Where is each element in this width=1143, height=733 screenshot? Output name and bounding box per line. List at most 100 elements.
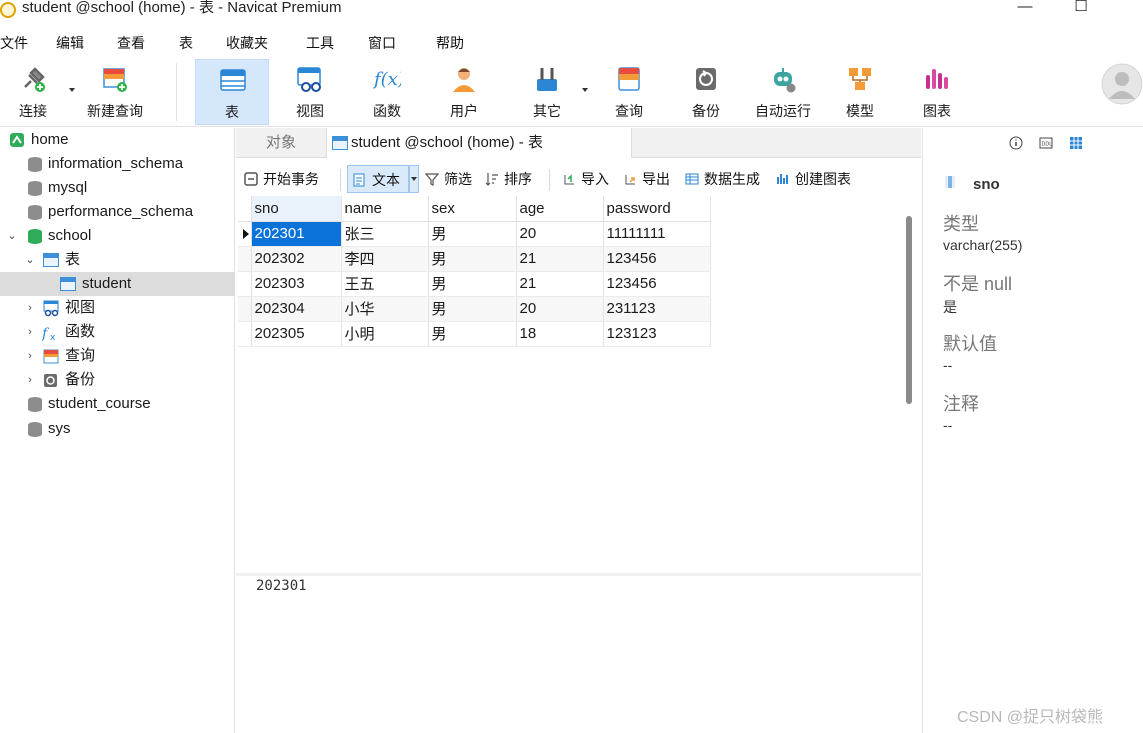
table-cell[interactable]: 男 [428,296,517,322]
column-header-name[interactable]: name [341,196,429,222]
table-cell[interactable]: 小华 [341,296,429,322]
table-row[interactable]: 202304 小华 男 20 231123 [238,296,711,322]
connect-button[interactable]: 连接 [0,59,70,125]
menu-help[interactable]: 帮助 [436,34,464,52]
table-cell[interactable]: 202304 [251,296,342,322]
tree-db-mysql[interactable]: mysql [0,176,234,200]
model-button[interactable]: 模型 [823,59,897,125]
text-view-toggle[interactable]: 文本 [347,165,409,193]
connect-dropdown-icon[interactable] [69,88,75,92]
menu-window[interactable]: 窗口 [368,34,396,52]
table-row[interactable]: 202301 张三 男 20 11111111 [238,221,711,247]
backup-folder-icon [44,374,57,387]
begin-transaction-button[interactable]: 开始事务 [244,165,336,193]
table-cell[interactable]: 男 [428,221,517,247]
menu-table[interactable]: 表 [179,34,193,52]
chevron-down-icon[interactable]: ⌄ [24,248,36,272]
table-cell[interactable]: 20 [516,296,604,322]
column-header-password[interactable]: password [603,196,711,222]
menu-favorites[interactable]: 收藏夹 [226,34,268,52]
tree-folder-backups[interactable]: › 备份 [0,368,234,392]
table-cell[interactable]: 王五 [341,271,429,297]
tree-connection-home[interactable]: home [0,128,234,152]
table-cell[interactable]: 李四 [341,246,429,272]
other-dropdown-icon[interactable] [582,88,588,92]
chevron-right-icon[interactable]: › [24,296,36,320]
data-generation-button[interactable]: 数据生成 [685,165,769,193]
table-cell[interactable]: 11111111 [603,221,711,247]
menu-view[interactable]: 查看 [117,34,145,52]
tree-folder-views[interactable]: › 视图 [0,296,234,320]
user-button[interactable]: 用户 [427,59,501,125]
table-row[interactable]: 202302 李四 男 21 123456 [238,246,711,272]
tab-objects[interactable]: 对象 [266,128,296,158]
table-cell[interactable]: 123123 [603,321,711,347]
table-cell[interactable]: 202303 [251,271,342,297]
tree-db-student-course[interactable]: student_course [0,392,234,416]
table-cell[interactable]: 202305 [251,321,342,347]
tree-db-sys[interactable]: sys [0,417,234,441]
folder-label: 备份 [65,371,96,388]
chevron-down-icon[interactable]: ⌄ [6,224,18,248]
table-cell[interactable]: 21 [516,246,604,272]
export-button[interactable]: 导出 [623,165,675,193]
other-button[interactable]: 其它 [510,59,584,125]
table-cell[interactable]: 231123 [603,296,711,322]
tree-folder-queries[interactable]: › 查询 [0,344,234,368]
minimize-button[interactable]: — [1010,0,1040,16]
menu-file[interactable]: 文件 [0,34,28,52]
table-row[interactable]: 202305 小明 男 18 123123 [238,321,711,347]
new-query-button[interactable]: 新建查询 [78,59,152,125]
table-cell[interactable]: 18 [516,321,604,347]
sort-button[interactable]: 排序 [485,165,537,193]
menu-tools[interactable]: 工具 [306,34,334,52]
grid-vertical-scrollbar[interactable] [906,216,912,404]
auto-run-button[interactable]: 自动运行 [746,59,820,125]
tree-db-information-schema[interactable]: information_schema [0,152,234,176]
table-cell[interactable]: 123456 [603,246,711,272]
table-cell-selected[interactable]: 202301 [251,221,342,247]
create-chart-button[interactable]: 创建图表 [776,165,860,193]
menu-edit[interactable]: 编辑 [56,34,84,52]
backup-button[interactable]: 备份 [669,59,743,125]
table-cell[interactable]: 202302 [251,246,342,272]
text-dropdown-button[interactable] [409,165,419,193]
tab-student-table[interactable]: student @school (home) - 表 [326,128,632,158]
table-cell[interactable]: 小明 [341,321,429,347]
column-header-sno[interactable]: sno [251,196,342,222]
tree-table-student[interactable]: student [0,272,234,296]
columns-view-icon[interactable] [1069,136,1083,150]
column-header-sex[interactable]: sex [428,196,517,222]
table-cell[interactable]: 张三 [341,221,429,247]
chevron-right-icon[interactable]: › [24,320,36,344]
import-button[interactable]: 导入 [562,165,614,193]
grid-preview-splitter[interactable] [236,573,921,576]
tree-db-school[interactable]: ⌄ school [0,224,234,248]
chevron-right-icon[interactable]: › [24,344,36,368]
info-icon[interactable] [1009,136,1023,150]
view-button[interactable]: 视图 [273,59,347,125]
table-cell[interactable]: 21 [516,271,604,297]
table-cell[interactable]: 123456 [603,271,711,297]
field-info-panel: DDL sno 类型 varchar(255) 不是 null 是 默认值 --… [922,128,1143,733]
filter-button[interactable]: 筛选 [425,165,475,193]
maximize-button[interactable]: ☐ [1066,0,1096,16]
chart-button[interactable]: 图表 [900,59,974,125]
tree-folder-functions[interactable]: › f x 函数 [0,320,234,344]
account-avatar[interactable] [1101,63,1143,105]
tree-folder-tables[interactable]: ⌄ 表 [0,248,234,272]
table-cell[interactable]: 男 [428,271,517,297]
value-preview[interactable]: 202301 [256,578,307,594]
chevron-right-icon[interactable]: › [24,368,36,392]
ddl-icon[interactable]: DDL [1039,136,1053,150]
table-cell[interactable]: 男 [428,321,517,347]
table-cell[interactable]: 男 [428,246,517,272]
table-row[interactable]: 202303 王五 男 21 123456 [238,271,711,297]
tree-db-performance-schema[interactable]: performance_schema [0,200,234,224]
table-button[interactable]: 表 [195,59,269,125]
window-title: student @school (home) - 表 - Navicat Pre… [22,0,342,16]
table-cell[interactable]: 20 [516,221,604,247]
query-button[interactable]: 查询 [592,59,666,125]
function-button[interactable]: f(x) 函数 [350,59,424,125]
column-header-age[interactable]: age [516,196,604,222]
